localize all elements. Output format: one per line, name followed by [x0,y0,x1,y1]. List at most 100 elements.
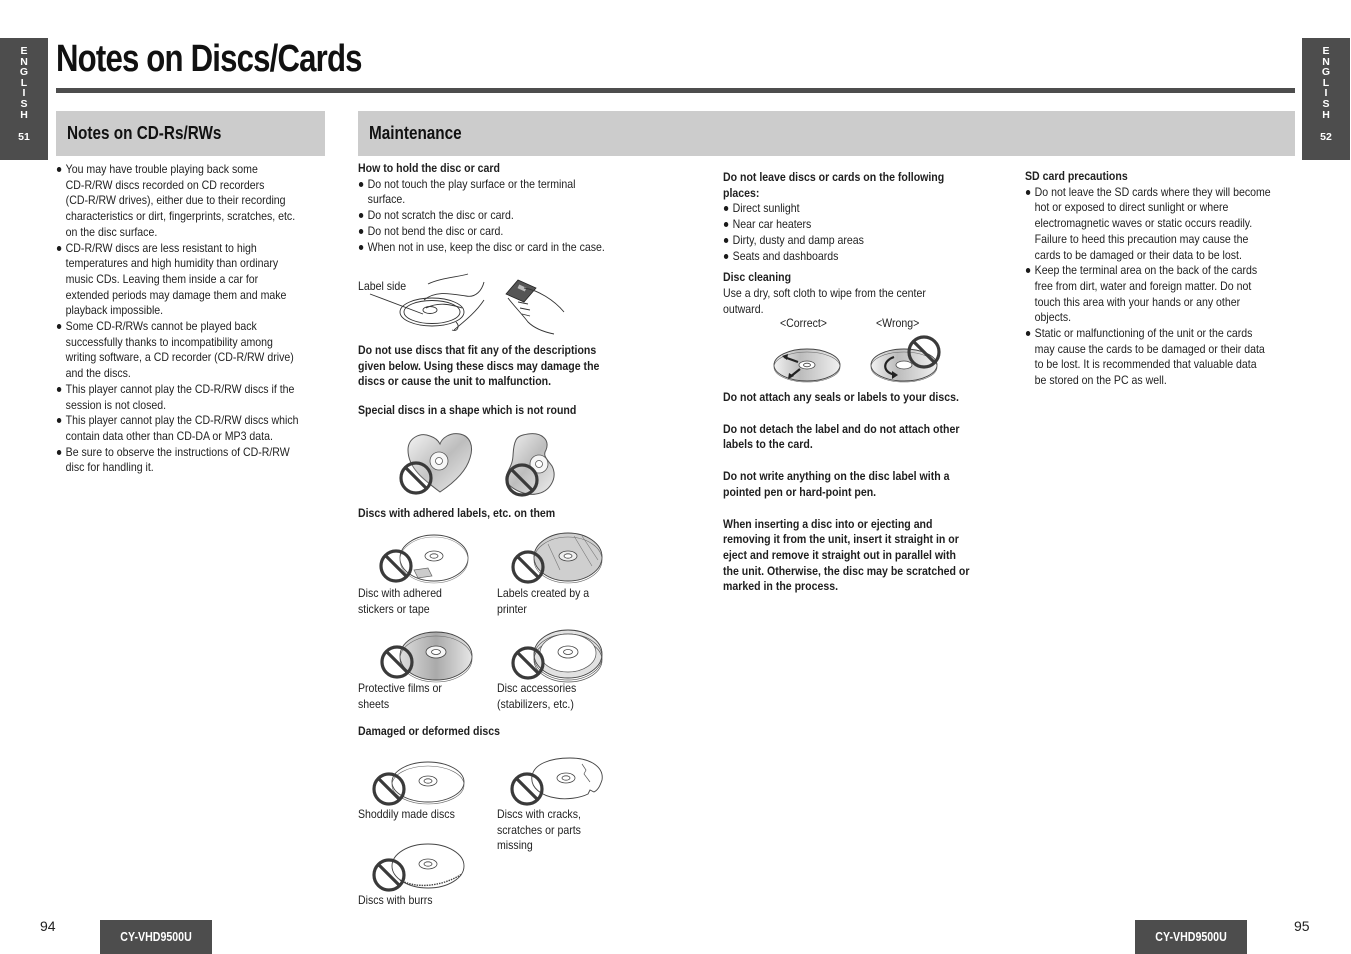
section-page-number: 52 [1320,131,1332,144]
model-badge-right: CY-VHD9500U [1135,920,1247,954]
non-round-discs-illustration [399,433,555,497]
places-title-line: places: [723,185,760,200]
model-name: CY-VHD9500U [120,930,192,944]
bullet-line: Static or malfunctioning of the unit or … [1034,326,1253,341]
note-line: the unit. Otherwise, the disc may be scr… [723,563,970,578]
cdr-note-item: Some CD-R/RWs cannot be played back succe… [56,319,298,382]
adhered-discs-illustration-row-2 [380,629,603,683]
disc-cleaning-illustration [773,335,941,383]
bullet-line: disc for handling it. [65,460,154,475]
section-page-number: 51 [18,131,30,144]
bullet-line: free from dirt, water and foreign matter… [1034,278,1252,293]
page-title: Notes on Discs/Cards [56,38,363,80]
disc-cleaning-title: Disc cleaning [723,270,792,285]
cdr-note-item: This player cannot play the CD-R/RW disc… [56,413,298,444]
cdr-note-item: Be sure to observe the instructions of C… [56,445,298,476]
stabilizer-disc-icon [533,629,603,683]
model-badge-left: CY-VHD9500U [100,920,212,954]
adhered-caption: Disc accessories (stabilizers, etc.) [497,681,587,712]
hold-tip-item: Do not bend the disc or card. [358,224,605,240]
hand-holding-sd-card-icon [505,279,565,335]
note-line: When inserting a disc into or ejecting a… [723,516,933,531]
note-line: Do not detach the label and do not attac… [723,421,960,436]
bullet-line: be stored on the PC as well. [1034,373,1167,388]
bullet-line: characteristics or dirt, fingerprints, s… [65,209,296,224]
sd-title: SD card precautions [1025,169,1128,183]
maintenance-note: Do not attach any seals or labels to you… [723,390,969,406]
damaged-caption: Shoddily made discs [358,807,468,823]
note-line: eject and remove it straight out in para… [723,547,956,562]
bullet-line: (CD-R/RW drives), either due to their re… [65,193,286,208]
bullet-line: successfully thanks to incompatibility a… [65,334,273,349]
page-number-right: 95 [1294,918,1310,934]
wrong-label: <Wrong> [876,316,920,330]
section-header-maintenance: Maintenance [358,111,1295,156]
place-item: Direct sunlight [723,201,944,217]
hold-title: How to hold the disc or card [358,161,500,175]
caption-line: Shoddily made discs [358,807,455,821]
note-line: Do not attach any seals or labels to you… [723,390,959,404]
sd-card-precautions: SD card precautions Do not leave the SD … [1025,169,1315,389]
sd-precaution-item: Do not leave the SD cards where they wil… [1025,185,1271,264]
caption-text: Discs with burrs [358,893,433,909]
section-heading: Maintenance [369,123,462,143]
note-line: removing it from the unit, insert it str… [723,532,959,547]
adhered-labels-title: Discs with adhered labels, etc. on them [358,506,556,520]
bullet-line: playback impossible. [65,303,164,318]
language-letter: H [1322,108,1330,121]
maintenance-note: When inserting a disc into or ejecting a… [723,517,969,596]
warning-line: discs or cause the unit to malfunction. [358,374,552,389]
maintenance-note: Do not write anything on the disc label … [723,469,969,500]
bullet-line: electromagnetic waves or static occurs r… [1034,216,1253,231]
caption-text: Disc with adhered stickers or tape [358,586,442,617]
bullet-line: Failure to heed this precaution may caus… [1034,231,1249,246]
bullet-line: This player cannot play the CD-R/RW disc… [65,413,299,428]
bullet-line: Be sure to observe the instructions of C… [65,444,290,459]
damaged-discs-illustration-row-1 [372,757,603,806]
cdr-note-item: You may have trouble playing back some CD… [56,162,298,241]
page-number-left: 94 [40,918,56,934]
bullet-line: Some CD-R/RWs cannot be played back [65,319,257,334]
caption-line: missing [497,838,533,853]
bullet-line: Do not scratch the disc or card. [367,208,514,223]
cdr-notes-list: You may have trouble playing back some CD… [56,162,331,476]
caption-text: Labels created by a printer [497,586,589,617]
bullet-line: contain data other than CD-DA or MP3 dat… [65,428,273,443]
adhered-caption: Protective films or sheets [358,681,453,712]
caption-line: Disc with adhered [358,586,442,600]
disc-cleaning-text: Use a dry, soft cloth to wipe from the c… [723,286,944,317]
bullet-line: objects. [1034,310,1072,325]
language-tab-right: ENGLISH 52 [1302,38,1350,160]
printed-label-disc-icon [533,532,603,584]
caption-line: Labels created by a [497,586,590,600]
note-line: pointed pen or hard-point pen. [723,484,877,499]
hand-holding-disc-icon [369,273,485,331]
language-letter: E [20,45,28,57]
place-item: Dirty, dusty and damp areas [723,233,944,249]
note-line: Do not write anything on the disc label … [723,469,950,484]
bullet-line: CD-R/RW discs recorded on CD recorders [65,177,265,192]
hold-tip-item: Do not touch the play surface or the ter… [358,177,605,208]
maintenance-note: Do not detach the label and do not attac… [723,422,969,453]
language-label: ENGLISH [1322,46,1330,120]
caption-text: Shoddily made discs [358,807,455,823]
damaged-discs-title: Damaged or deformed discs [358,724,501,738]
bullet-line: hot or exposed to direct sunlight or whe… [1034,200,1229,215]
caption-text: Discs with cracks, scratches or parts miss… [497,807,581,854]
sd-precaution-item: Keep the terminal area on the back of th… [1025,263,1271,326]
sd-precaution-item: Static or malfunctioning of the unit or … [1025,326,1271,389]
caption-line: stickers or tape [358,601,430,616]
disc-warning: Do not use discs that fit any of the des… [358,343,632,390]
warning-line: given below. Using these discs may damag… [358,358,600,373]
caption-line: (stabilizers, etc.) [497,696,574,711]
note-line: marked in the process. [723,579,839,594]
bullet-line: You may have trouble playing back some [65,162,258,176]
damaged-caption: Discs with cracks, scratches or parts miss… [497,807,592,854]
hold-disc-card-illustration [369,273,565,335]
bullet-line: extended periods may damage them and mak… [65,287,287,302]
adhered-caption: Labels created by a printer [497,586,602,617]
gourd-shaped-disc-icon [505,433,555,495]
maintenance-notes: Do not attach any seals or labels to you… [723,390,1013,595]
title-divider [56,88,1295,93]
caption-line: Discs with cracks, [497,807,581,821]
